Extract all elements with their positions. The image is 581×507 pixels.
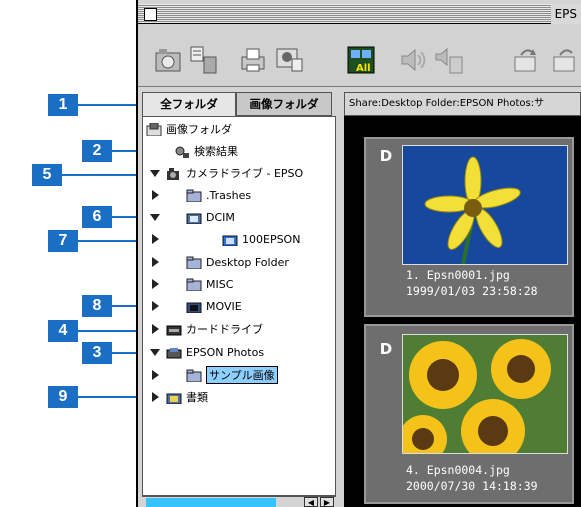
rotate-icon[interactable] <box>508 42 544 78</box>
search-icon <box>175 146 189 158</box>
tree-movie[interactable]: MOVIE <box>150 295 242 317</box>
window-title: EPS <box>550 4 581 24</box>
tree-desktop-label: Desktop Folder <box>206 255 289 269</box>
import-icon[interactable] <box>150 42 186 78</box>
photos-icon <box>166 347 182 358</box>
callout-1: 1 <box>48 94 78 116</box>
tree-movie-label: MOVIE <box>206 299 242 313</box>
tree-100epson[interactable]: 100EPSON <box>150 228 300 250</box>
thumb-2-filename: 4. Epsn0004.jpg <box>406 463 510 477</box>
callout-2: 2 <box>82 140 112 162</box>
folder-icon <box>186 278 202 291</box>
expanded-triangle-icon <box>150 170 160 177</box>
tree-card-drive[interactable]: カードドライブ <box>150 318 263 340</box>
tree-100epson-label: 100EPSON <box>242 232 301 246</box>
collapsed-triangle-icon <box>152 234 159 244</box>
callout-7: 7 <box>48 230 78 252</box>
scroll-right-arrow[interactable]: ▶ <box>320 497 334 507</box>
tree-sample-images[interactable]: サンプル画像 <box>150 364 278 386</box>
tree-search-results[interactable]: 検索結果 <box>174 140 238 162</box>
thumb-2-date: 2000/07/30 14:18:39 <box>406 479 538 493</box>
folder-icon <box>186 369 202 382</box>
tree-misc-label: MISC <box>206 277 234 291</box>
title-bar[interactable] <box>138 4 581 24</box>
rotate-alt-icon[interactable] <box>548 42 581 78</box>
tree-dcim[interactable]: DCIM <box>150 206 235 228</box>
tree-trashes[interactable]: .Trashes <box>150 184 251 206</box>
close-box[interactable] <box>144 8 157 21</box>
expanded-triangle-icon <box>150 214 160 221</box>
tree-root-label: 画像フォルダ <box>166 123 232 136</box>
document-folder-icon <box>166 393 182 404</box>
camera-icon <box>167 167 179 180</box>
thumb-1-image[interactable] <box>402 145 568 265</box>
expanded-triangle-icon <box>150 349 160 356</box>
scroll-left-arrow[interactable]: ◀ <box>304 497 318 507</box>
callout-3: 3 <box>82 342 112 364</box>
callout-8: 8 <box>82 295 112 317</box>
thumb-1-filename: 1. Epsn0001.jpg <box>406 268 510 282</box>
collapsed-triangle-icon <box>152 279 159 289</box>
tree-dcim-label: DCIM <box>206 210 235 224</box>
tree-card-label: カードドライブ <box>186 323 263 336</box>
tree-trashes-label: .Trashes <box>206 188 252 202</box>
collapsed-triangle-icon <box>152 190 159 200</box>
callout-5: 5 <box>32 164 62 186</box>
callout-6: 6 <box>82 206 112 228</box>
image-folder-icon <box>146 122 162 136</box>
callout-9: 9 <box>48 386 78 408</box>
thumb-2-image[interactable] <box>399 334 568 463</box>
image-folder-icon <box>186 213 202 224</box>
card-drive-icon <box>166 325 182 335</box>
tab-all-folders[interactable]: 全フォルダ <box>142 92 236 116</box>
movie-folder-icon <box>186 302 202 313</box>
trash-list-icon[interactable] <box>186 42 222 78</box>
tree-desktop-folder[interactable]: Desktop Folder <box>150 251 289 273</box>
tree-camera-drive[interactable]: カメラドライブ - EPSO <box>150 162 303 184</box>
callout-4: 4 <box>48 320 78 342</box>
thumb-1-badge: D <box>379 147 393 165</box>
slideshow-icon[interactable] <box>272 42 306 78</box>
tree-photos-label: EPSON Photos <box>186 345 265 359</box>
tree-root[interactable]: 画像フォルダ <box>146 118 232 140</box>
thumb-2-badge: D <box>379 340 393 358</box>
print-icon[interactable] <box>236 42 270 78</box>
thumb-1-date: 1999/01/03 23:58:28 <box>406 284 538 298</box>
collapsed-triangle-icon <box>152 324 159 334</box>
tree-misc[interactable]: MISC <box>150 273 233 295</box>
collapsed-triangle-icon <box>152 392 159 402</box>
sound-delete-icon[interactable] <box>432 42 468 78</box>
folder-icon <box>186 189 202 202</box>
sound-icon[interactable] <box>396 42 432 78</box>
tab-image-folders[interactable]: 画像フォルダ <box>236 92 332 116</box>
tree-doc-label: 書類 <box>186 391 208 404</box>
image-folder-icon <box>222 235 238 246</box>
tree-camera-label: カメラドライブ - EPSO <box>186 167 304 180</box>
select-all-icon[interactable]: All <box>344 42 378 78</box>
folder-path: Share:Desktop Folder:EPSON Photos:サ <box>344 92 581 116</box>
svg-text:All: All <box>356 63 371 74</box>
tree-sample-label: サンプル画像 <box>206 366 278 384</box>
collapsed-triangle-icon <box>152 370 159 380</box>
tree-scroll-thumb[interactable] <box>146 498 276 507</box>
collapsed-triangle-icon <box>152 257 159 267</box>
folder-icon <box>186 256 202 269</box>
collapsed-triangle-icon <box>152 301 159 311</box>
tree-documents[interactable]: 書類 <box>150 386 208 408</box>
tree-epson-photos[interactable]: EPSON Photos <box>150 341 264 363</box>
tree-search-label: 検索結果 <box>194 145 238 158</box>
